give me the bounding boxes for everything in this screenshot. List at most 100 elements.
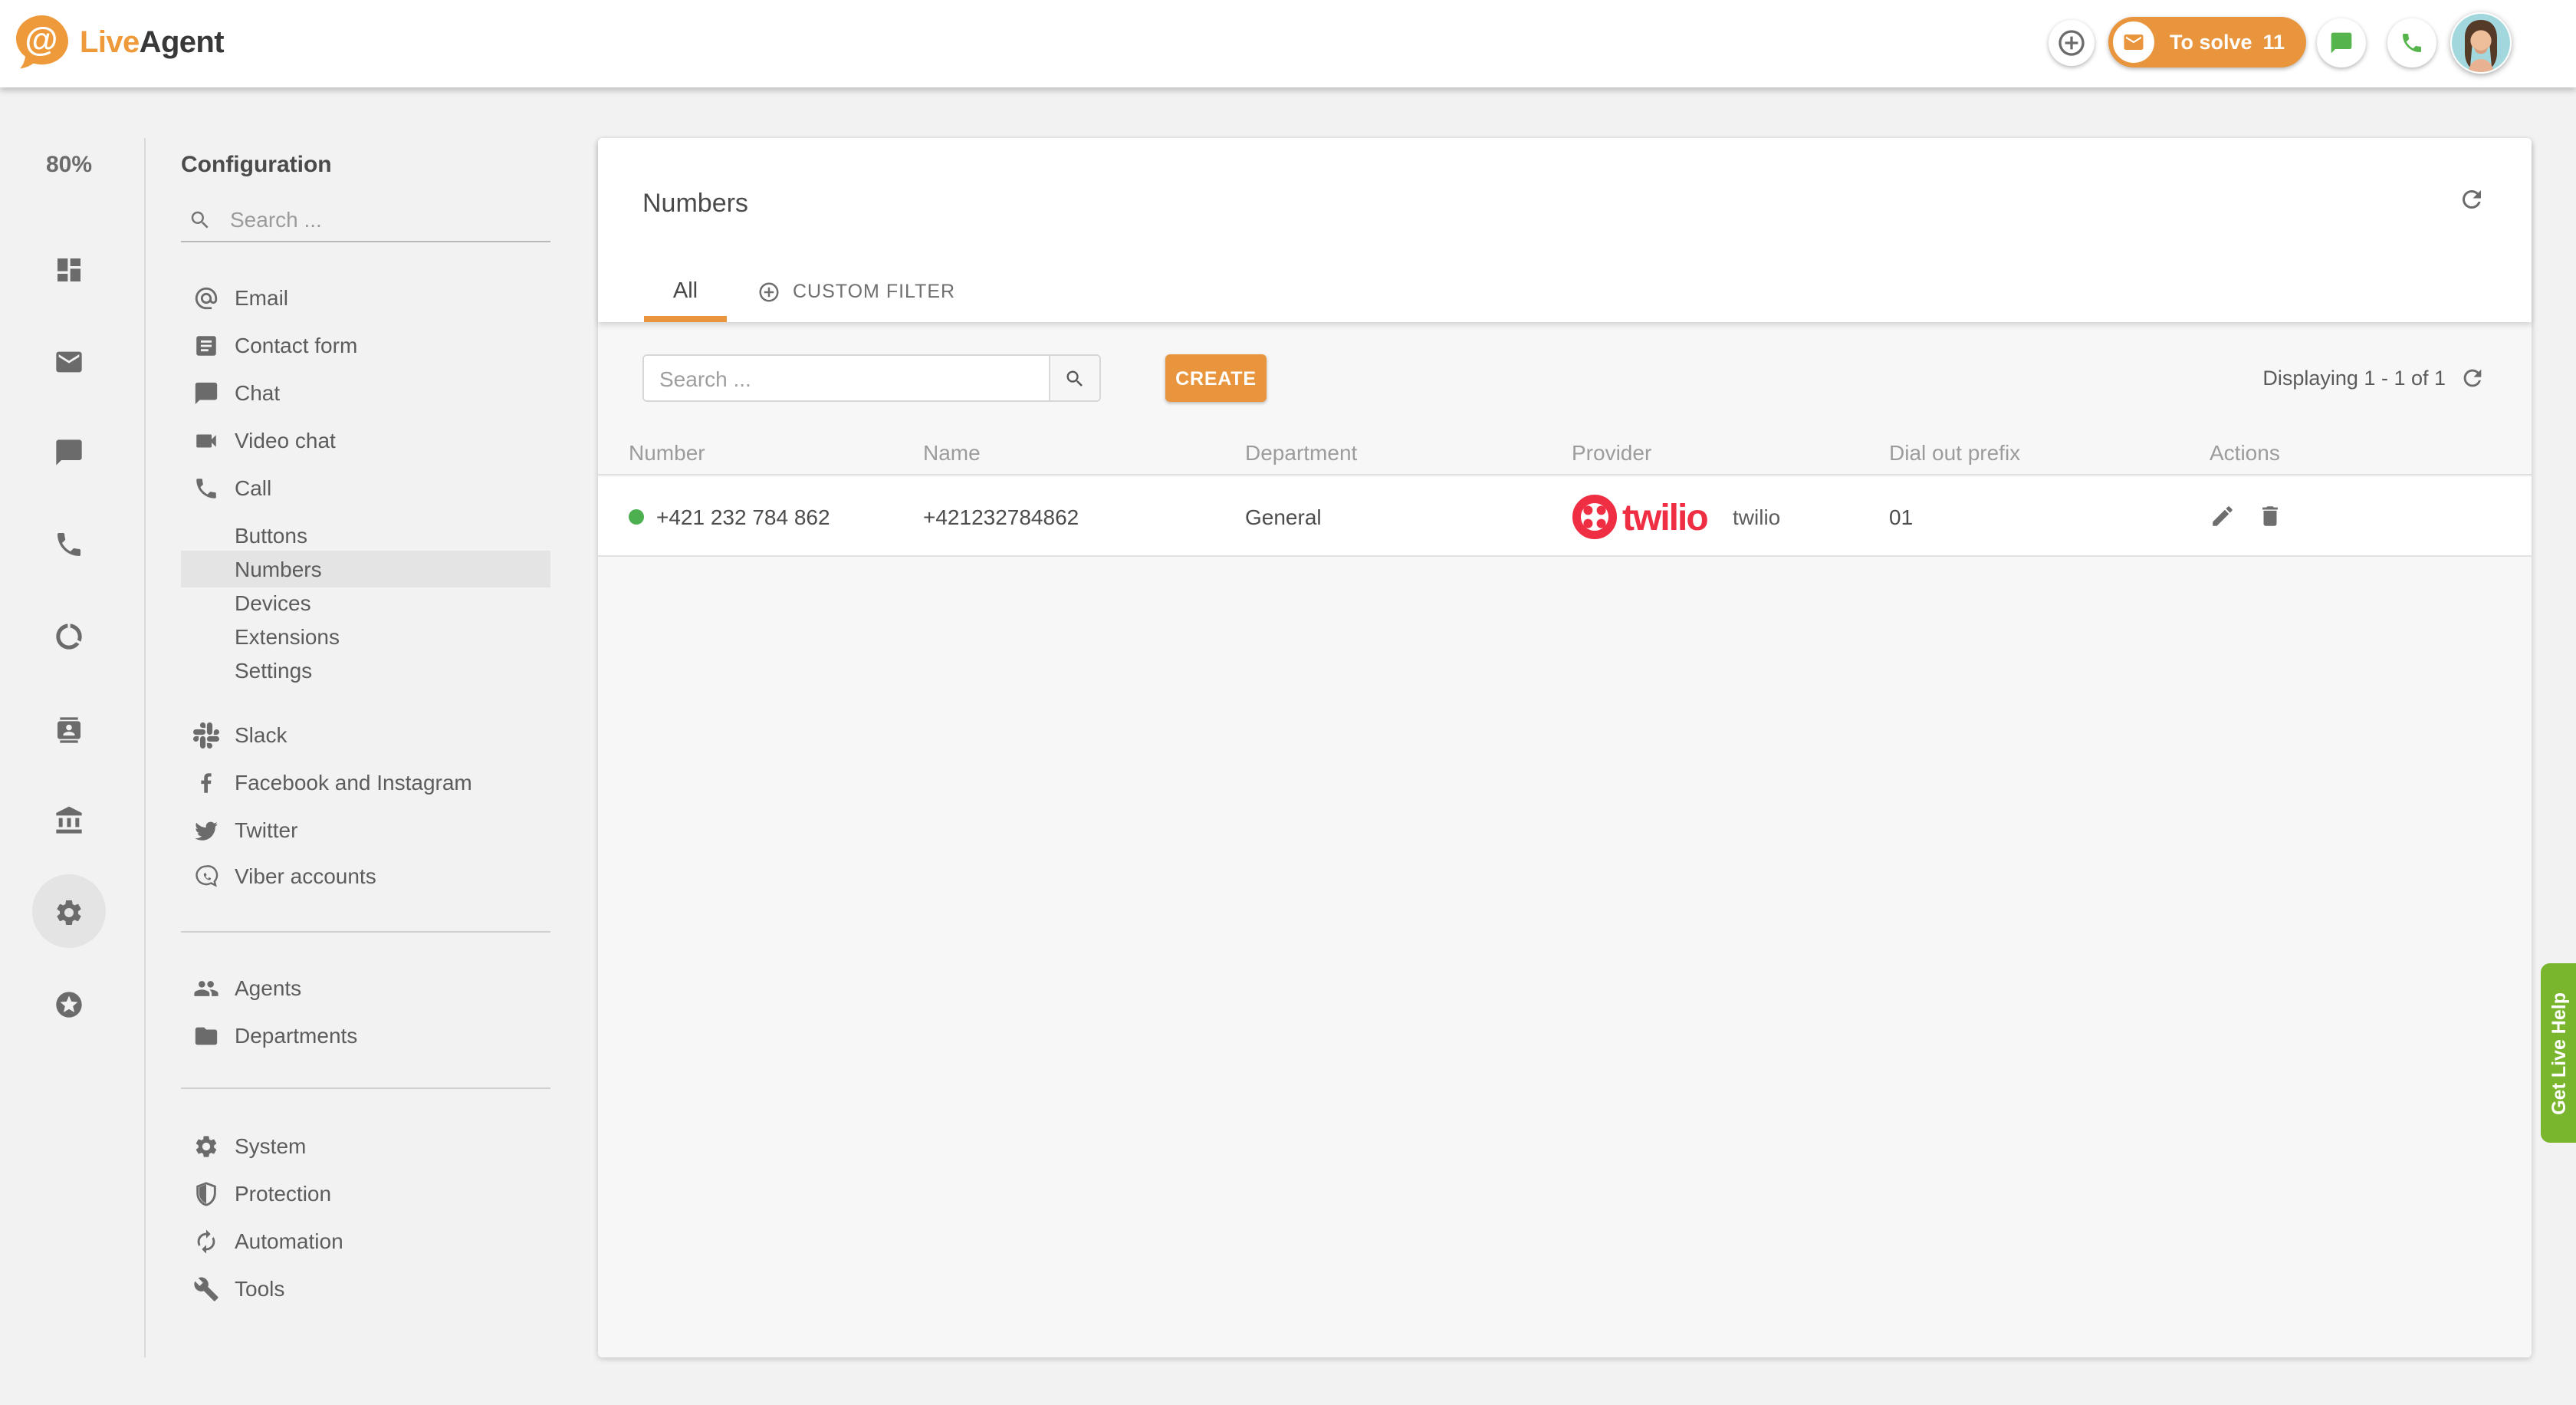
chats-button[interactable]	[2317, 18, 2366, 67]
sidebar-item-call[interactable]: Call	[181, 469, 550, 506]
at-email-icon	[193, 285, 219, 311]
liveagent-logo: @ LiveAgent	[11, 12, 225, 74]
rail-dashboard-button[interactable]	[54, 255, 84, 285]
sidebar-item-automation[interactable]: Automation	[181, 1222, 550, 1259]
table-header-row: Number Name Department Provider Dial out…	[598, 429, 2532, 475]
column-header-name: Name	[923, 439, 981, 464]
sidebar-item-settings[interactable]: Settings	[181, 652, 550, 689]
to-solve-count: 11	[2262, 31, 2285, 54]
phone-icon	[2403, 34, 2421, 52]
twilio-logo: twilio	[1572, 494, 1709, 538]
gear-icon	[193, 1133, 219, 1159]
numbers-panel: Numbers All CUSTOM FILTER Search ... CRE…	[598, 138, 2532, 1357]
panel-refresh-button[interactable]	[2458, 186, 2486, 213]
page-title: Numbers	[642, 189, 748, 218]
trash-icon	[2262, 506, 2278, 526]
chat-bubble-icon	[56, 439, 82, 466]
sidebar-divider	[181, 931, 550, 933]
column-header-provider: Provider	[1572, 439, 1652, 464]
sidebar-item-extensions[interactable]: Extensions	[181, 618, 550, 655]
displaying-count: Displaying 1 - 1 of 1	[2262, 367, 2446, 390]
get-live-help-label: Get Live Help	[2548, 992, 2569, 1114]
sidebar-item-contact-form[interactable]: Contact form	[181, 327, 550, 364]
refresh-icon	[2463, 190, 2481, 209]
panel-header: Numbers All CUSTOM FILTER	[598, 138, 2532, 322]
user-avatar[interactable]	[2450, 12, 2512, 74]
people-icon	[193, 975, 219, 1001]
edit-button[interactable]	[2210, 503, 2236, 529]
add-new-button[interactable]	[2049, 20, 2095, 66]
sidebar-item-numbers[interactable]: Numbers	[181, 551, 550, 587]
sidebar-item-viber[interactable]: Viber accounts	[181, 857, 550, 894]
column-header-actions: Actions	[2210, 439, 2280, 464]
get-live-help-tab[interactable]: Get Live Help	[2541, 963, 2576, 1143]
folder-icon	[193, 1022, 219, 1048]
rail-chats-button[interactable]	[54, 437, 84, 468]
table-row: +421 232 784 862 +421232784862 General t…	[598, 477, 2532, 557]
rail-billing-button[interactable]	[54, 805, 84, 836]
rail-configuration-button[interactable]	[54, 897, 84, 928]
to-solve-button[interactable]: To solve 11	[2108, 17, 2306, 67]
sidebar-item-devices[interactable]: Devices	[181, 584, 550, 621]
table-search-button[interactable]	[1049, 356, 1099, 400]
to-solve-label: To solve	[2170, 31, 2252, 54]
dial-out-prefix-cell: 01	[1889, 504, 1914, 528]
calls-button[interactable]	[2387, 18, 2436, 67]
sidebar-item-email[interactable]: Email	[181, 279, 550, 316]
name-cell: +421232784862	[923, 504, 1079, 528]
tab-all[interactable]: All	[644, 261, 727, 322]
plus-circle-icon	[2058, 30, 2085, 56]
data-usage-icon	[56, 624, 82, 650]
sidebar-item-protection[interactable]: Protection	[181, 1175, 550, 1212]
rail-reports-button[interactable]	[54, 621, 84, 652]
sidebar-item-chat[interactable]: Chat	[181, 374, 550, 411]
bank-icon	[56, 806, 82, 834]
search-icon	[189, 208, 212, 231]
rail-gamification-button[interactable]	[54, 989, 84, 1020]
table-search-input[interactable]	[644, 356, 1049, 400]
refresh-icon	[2463, 369, 2482, 387]
sidebar-item-agents[interactable]: Agents	[181, 969, 550, 1006]
chat-bubble-icon	[2331, 32, 2352, 54]
delete-button[interactable]	[2257, 503, 2283, 529]
sidebar-item-system[interactable]: System	[181, 1127, 550, 1164]
provider-name: twilio	[1733, 504, 1781, 528]
contact-card-icon	[58, 717, 80, 743]
sidebar-item-video-chat[interactable]: Video chat	[181, 422, 550, 459]
rail-tickets-button[interactable]	[54, 347, 84, 377]
facebook-icon	[193, 769, 219, 795]
sidebar-item-buttons[interactable]: Buttons	[181, 517, 550, 554]
list-refresh-button[interactable]	[2459, 365, 2486, 391]
wrench-icon	[193, 1275, 219, 1301]
rail-customers-button[interactable]	[54, 715, 84, 745]
sidebar-search	[181, 199, 550, 239]
table-search	[642, 354, 1101, 402]
to-solve-envelope-badge	[2113, 21, 2154, 63]
document-icon	[193, 332, 219, 358]
active-tab-underline	[644, 316, 727, 322]
sidebar-item-slack[interactable]: Slack	[181, 716, 550, 753]
dashboard-icon	[58, 258, 80, 281]
sidebar-item-twitter[interactable]: Twitter	[181, 811, 550, 848]
status-dot	[629, 508, 644, 524]
create-button[interactable]: CREATE	[1165, 354, 1267, 402]
rail-divider	[144, 138, 146, 1357]
slack-icon	[193, 722, 219, 748]
sidebar-item-facebook-instagram[interactable]: Facebook and Instagram	[181, 764, 550, 801]
videocam-icon	[193, 427, 219, 453]
number-value: +421 232 784 862	[656, 504, 830, 528]
sidebar-search-input[interactable]	[230, 207, 521, 232]
phone-icon	[193, 475, 219, 501]
brand-wordmark: LiveAgent	[80, 25, 225, 61]
liveagent-bubble-icon: @	[16, 15, 68, 69]
tab-custom-filter[interactable]: CUSTOM FILTER	[757, 261, 955, 322]
sidebar-item-departments[interactable]: Departments	[181, 1017, 550, 1054]
sidebar-item-tools[interactable]: Tools	[181, 1270, 550, 1307]
rail-calls-button[interactable]	[54, 529, 84, 560]
table-toolbar: CREATE Displaying 1 - 1 of 1	[598, 354, 2532, 402]
number-cell: +421 232 784 862	[629, 504, 923, 528]
sidebar-title: Configuration	[181, 152, 332, 178]
gear-icon	[57, 900, 81, 925]
column-header-dial-out-prefix: Dial out prefix	[1889, 439, 2021, 464]
phone-icon	[58, 533, 80, 556]
